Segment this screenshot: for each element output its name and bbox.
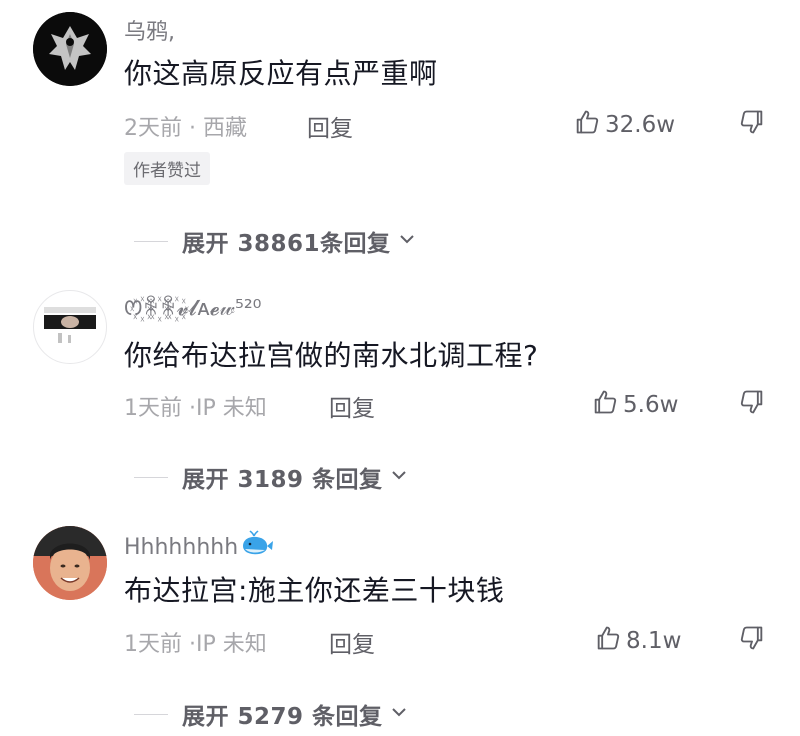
like-button[interactable]: 32.6w (573, 108, 675, 142)
expand-replies-button[interactable]: 展开 3189 条回复 (134, 460, 409, 494)
expand-replies-label: 展开 3189 条回复 (182, 467, 383, 493)
like-count: 5.6w (623, 392, 679, 418)
expand-replies-button[interactable]: 展开 38861条回复 (134, 224, 417, 258)
thumbs-down-icon (738, 390, 766, 420)
whale-emoji-icon (240, 530, 274, 564)
thumbs-up-icon (591, 388, 619, 422)
chevron-down-icon (389, 465, 409, 489)
chevron-down-icon (389, 702, 409, 726)
chevron-down-icon (397, 229, 417, 253)
reply-button[interactable]: 回复 (307, 109, 353, 143)
divider-line (134, 476, 168, 478)
dislike-button[interactable] (738, 108, 766, 140)
username[interactable]: Hhhhhhhh (124, 530, 274, 564)
avatar[interactable] (33, 12, 107, 86)
username-text: Hhhhhhhh (124, 534, 239, 560)
author-liked-badge: 作者赞过 (124, 152, 210, 185)
avatar[interactable] (33, 526, 107, 600)
thumbs-down-icon (738, 626, 766, 656)
reply-button[interactable]: 回复 (329, 625, 375, 659)
like-button[interactable]: 5.6w (591, 388, 678, 422)
thumbs-up-icon (573, 108, 601, 142)
comment-text: 你这高原反应有点严重啊 (124, 57, 438, 90)
username[interactable]: 乌鸦, (124, 14, 175, 46)
comment-meta: 1天前 ·IP 未知 (124, 396, 267, 421)
comment-text: 布达拉宫:施主你还差三十块钱 (124, 574, 505, 607)
username[interactable]: ꯁ꙰ꆜ꙰ꆜ꙰𝓿𝓵ᴀ𝓮𝓌⁵²⁰ (124, 292, 261, 323)
comment-meta: 1天前 ·IP 未知 (124, 632, 267, 657)
comment-text: 你给布达拉宫做的南水北调工程? (124, 339, 539, 372)
like-count: 8.1w (626, 628, 682, 654)
thumbs-down-icon (738, 110, 766, 140)
expand-replies-label: 展开 38861条回复 (182, 231, 391, 257)
divider-line (134, 713, 168, 715)
avatar[interactable] (33, 290, 107, 364)
thumbs-up-icon (594, 624, 622, 658)
expand-replies-button[interactable]: 展开 5279 条回复 (134, 697, 409, 731)
dislike-button[interactable] (738, 388, 766, 420)
comment-meta: 2天前 · 西藏 (124, 116, 247, 141)
reply-button[interactable]: 回复 (329, 389, 375, 423)
divider-line (134, 240, 168, 242)
like-button[interactable]: 8.1w (594, 624, 681, 658)
dislike-button[interactable] (738, 624, 766, 656)
expand-replies-label: 展开 5279 条回复 (182, 704, 383, 730)
like-count: 32.6w (605, 112, 676, 138)
